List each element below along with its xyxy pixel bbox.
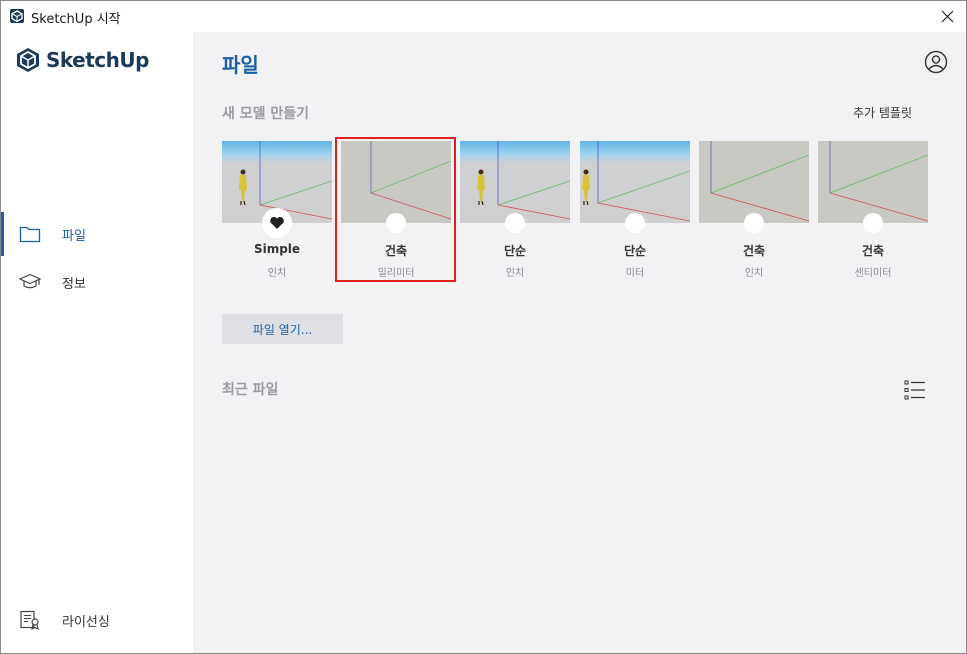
sketchup-app-icon [10,9,24,23]
license-certificate-icon [20,610,39,630]
sketchup-welcome-window: SketchUp 시작 SketchUp 파일 정보 라이선싱 파일 새 모델 … [0,0,967,654]
sidebar-item-licensing[interactable]: 라이선싱 [1,598,193,642]
sidebar-item-files[interactable]: 파일 [1,212,193,256]
list-view-icon[interactable] [904,379,926,401]
open-file-button[interactable]: 파일 열기... [222,314,343,344]
heart-icon [270,216,284,229]
model-axes-preview [477,141,570,220]
template-unit: 인치 [744,268,764,279]
title-bar: SketchUp 시작 [1,1,966,32]
main-panel: 파일 새 모델 만들기 추가 템플릿 Simple 인치 건축 밀리미터 단순 … [193,32,966,653]
favorite-badge[interactable] [505,213,525,233]
sidebar: SketchUp 파일 정보 라이선싱 [1,32,193,653]
sidebar-item-info[interactable]: 정보 [1,260,193,304]
favorite-badge[interactable] [625,213,645,233]
template-name: 건축 [861,244,885,258]
page-title: 파일 [222,53,259,77]
template-name: 건축 [742,244,766,258]
template-thumbnail [460,141,570,223]
scale-figure [239,169,247,206]
favorite-badge[interactable] [744,213,764,233]
user-account-icon[interactable] [924,50,948,74]
sketchup-logo: SketchUp [16,47,149,73]
sidebar-item-label: 라이선싱 [62,615,110,630]
template-name: Simple [253,242,301,256]
template-thumbnail [818,141,928,223]
template-card-simple-inches-2[interactable]: 단순 인치 [460,141,570,281]
template-card-architectural-inches[interactable]: 건축 인치 [699,141,809,281]
scale-figure [582,169,590,206]
template-unit: 인치 [267,268,287,279]
close-icon [941,10,953,22]
selection-highlight [335,137,456,282]
recent-files-heading: 최근 파일 [222,382,279,398]
sidebar-item-label: 정보 [62,277,86,292]
template-name: 단순 [503,244,527,258]
template-card-simple-meters[interactable]: 단순 미터 [580,141,690,281]
window-title: SketchUp 시작 [31,12,121,27]
model-axes-preview [829,141,928,222]
template-thumbnail [580,141,690,223]
folder-icon [19,226,41,243]
close-button[interactable] [936,5,958,27]
model-axes-preview [710,141,809,222]
favorite-badge[interactable] [262,208,292,238]
new-model-heading: 새 모델 만들기 [222,106,310,122]
logo-text: SketchUp [46,48,149,72]
more-templates-link[interactable]: 추가 템플릿 [853,104,912,121]
template-card-simple-inches[interactable]: Simple 인치 [222,141,332,281]
favorite-badge[interactable] [863,213,883,233]
graduation-cap-icon [19,273,41,289]
template-name: 단순 [623,244,647,258]
template-thumbnail [699,141,809,223]
template-unit: 인치 [505,268,525,279]
model-axes-preview [582,141,690,222]
scale-figure [477,169,485,206]
sidebar-item-label: 파일 [62,229,86,244]
template-unit: 센티미터 [854,268,892,279]
template-card-architectural-cm[interactable]: 건축 센티미터 [818,141,928,281]
sketchup-logo-icon [17,48,39,72]
template-unit: 미터 [625,268,645,279]
